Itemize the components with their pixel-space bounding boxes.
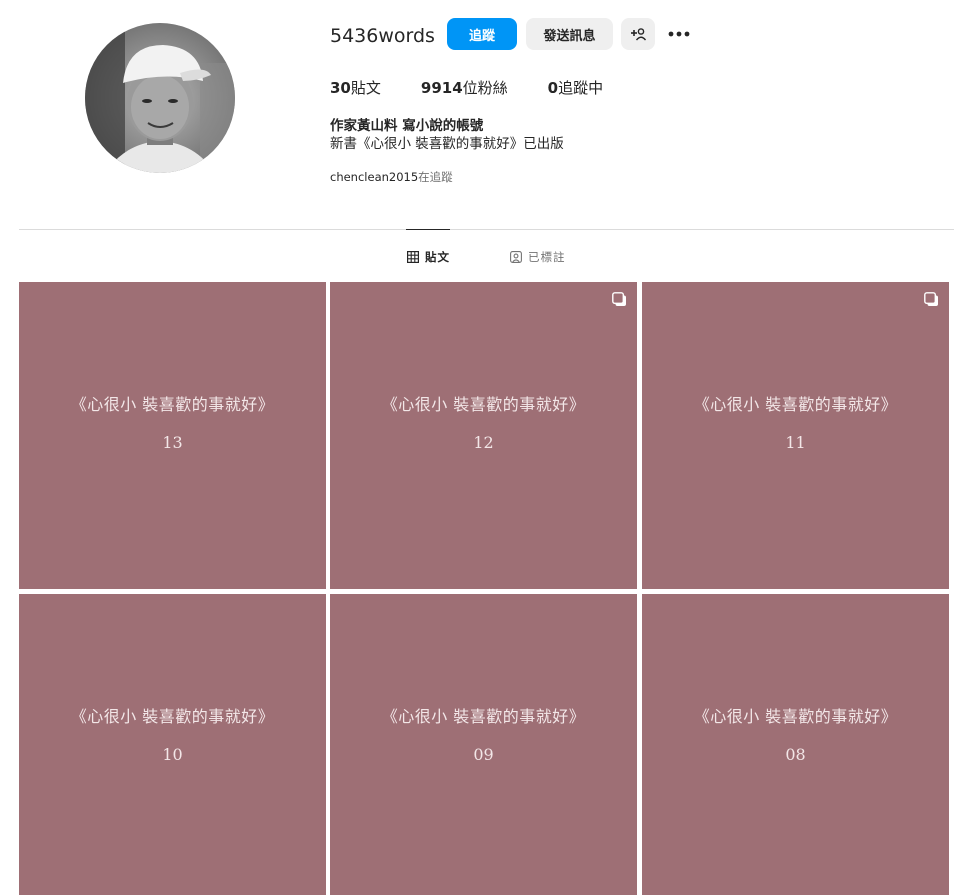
tab-posts-label: 貼文 bbox=[425, 250, 450, 264]
tagged-user-icon bbox=[510, 251, 522, 263]
more-options-button[interactable] bbox=[664, 18, 694, 50]
post-title: 《心很小 裝喜歡的事就好》 bbox=[693, 395, 898, 414]
more-dots-icon bbox=[668, 31, 690, 37]
carousel-icon bbox=[612, 292, 626, 306]
following-stat[interactable]: 0 追蹤中 bbox=[548, 78, 603, 98]
tab-posts[interactable]: 貼文 bbox=[407, 249, 450, 265]
followers-stat[interactable]: 9914 位粉絲 bbox=[421, 78, 508, 98]
followers-label: 位粉絲 bbox=[462, 79, 508, 97]
grid-icon bbox=[407, 251, 419, 263]
post-number: 12 bbox=[473, 433, 494, 452]
carousel-icon bbox=[924, 292, 938, 306]
bio-text: 新書《心很小 裝喜歡的事就好》已出版 bbox=[330, 136, 564, 152]
message-button[interactable]: 發送訊息 bbox=[526, 18, 613, 50]
followed-by-suffix: 在追蹤 bbox=[418, 170, 453, 184]
posts-count: 30 bbox=[330, 79, 351, 97]
followers-count: 9914 bbox=[420, 79, 463, 97]
following-label: 追蹤中 bbox=[558, 79, 604, 97]
followed-by-user[interactable]: chenclean2015 bbox=[330, 170, 418, 184]
tabs-divider bbox=[19, 229, 954, 230]
tab-tagged-label: 已標註 bbox=[528, 250, 566, 264]
post-number: 08 bbox=[785, 745, 806, 764]
active-tab-indicator bbox=[406, 229, 450, 230]
followed-by[interactable]: chenclean2015在追蹤 bbox=[330, 169, 453, 185]
post-number: 11 bbox=[785, 433, 806, 452]
profile-avatar[interactable] bbox=[85, 23, 235, 173]
post-tile[interactable]: 《心很小 裝喜歡的事就好》 09 bbox=[330, 594, 637, 895]
avatar-photo bbox=[85, 23, 235, 173]
add-person-icon bbox=[631, 28, 646, 41]
post-number: 09 bbox=[473, 745, 494, 764]
post-tile[interactable]: 《心很小 裝喜歡的事就好》 12 bbox=[330, 282, 637, 589]
post-title: 《心很小 裝喜歡的事就好》 bbox=[70, 707, 275, 726]
follow-button[interactable]: 追蹤 bbox=[447, 18, 517, 50]
posts-count-stat: 30 貼文 bbox=[330, 78, 381, 98]
tab-tagged[interactable]: 已標註 bbox=[510, 249, 566, 265]
post-title: 《心很小 裝喜歡的事就好》 bbox=[381, 707, 586, 726]
post-title: 《心很小 裝喜歡的事就好》 bbox=[70, 395, 275, 414]
profile-username: 5436words bbox=[330, 25, 435, 47]
profile-stats: 30 貼文 9914 位粉絲 0 追蹤中 bbox=[330, 78, 603, 98]
post-title: 《心很小 裝喜歡的事就好》 bbox=[693, 707, 898, 726]
post-tile[interactable]: 《心很小 裝喜歡的事就好》 08 bbox=[642, 594, 949, 895]
bio-name: 作家黃山料 寫小說的帳號 bbox=[330, 118, 484, 134]
posts-count-label: 貼文 bbox=[350, 79, 381, 97]
post-number: 13 bbox=[162, 433, 183, 452]
post-number: 10 bbox=[162, 745, 183, 764]
post-tile[interactable]: 《心很小 裝喜歡的事就好》 13 bbox=[19, 282, 326, 589]
post-tile[interactable]: 《心很小 裝喜歡的事就好》 11 bbox=[642, 282, 949, 589]
suggested-users-button[interactable] bbox=[621, 18, 655, 50]
post-title: 《心很小 裝喜歡的事就好》 bbox=[381, 395, 586, 414]
post-tile[interactable]: 《心很小 裝喜歡的事就好》 10 bbox=[19, 594, 326, 895]
following-count: 0 bbox=[547, 79, 559, 97]
